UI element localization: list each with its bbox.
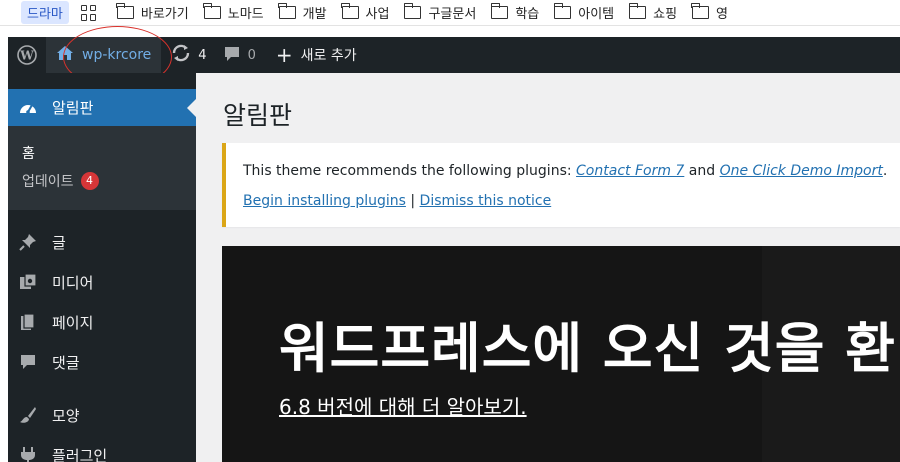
plus-icon: + (275, 43, 293, 67)
welcome-title: 워드프레스에 오신 것을 환 (279, 317, 896, 380)
folder-icon (116, 3, 134, 19)
menu-dashboard-label: 알림판 (52, 99, 94, 117)
bookmark-folder[interactable]: 구글문서 (403, 3, 476, 22)
notice-actions: Begin installing plugins | Dismiss this … (243, 193, 552, 209)
comments-link[interactable]: 0 (223, 37, 256, 73)
pin-icon (18, 232, 38, 252)
notice-text: This theme recommends the following plug… (243, 163, 888, 179)
bookmark-folder[interactable]: 영 (691, 3, 728, 22)
menu-pages[interactable]: 페이지 (8, 305, 196, 339)
admin-sidebar: 알림판 홈 업데이트 4 글 미디어 페이지 댓글 모양 플러그인 (8, 73, 196, 462)
updates-badge: 4 (80, 172, 99, 190)
bookmark-folder[interactable]: 사업 (340, 3, 389, 22)
page-title: 알림판 (223, 101, 293, 130)
apps-grid-icon[interactable] (80, 4, 97, 21)
folder-icon (340, 3, 359, 19)
folder-icon (203, 3, 221, 19)
menu-dashboard[interactable]: 알림판 (8, 89, 196, 126)
menu-appearance[interactable]: 모양 (8, 398, 196, 432)
comment-icon (18, 352, 38, 372)
dashboard-submenu: 홈 업데이트 4 (8, 126, 196, 210)
brush-icon (18, 405, 38, 425)
bookmark-tag-drama[interactable]: 드라마 (21, 1, 69, 24)
folder-icon (278, 3, 296, 19)
dismiss-notice-link[interactable]: Dismiss this notice (420, 193, 552, 209)
plugin-icon (18, 445, 38, 462)
updates-count: 4 (198, 47, 207, 63)
new-content-label: 새로 추가 (300, 48, 357, 64)
begin-installing-link[interactable]: Begin installing plugins (243, 193, 406, 209)
refresh-icon (171, 44, 191, 66)
dashboard-gauge-icon (18, 98, 38, 118)
bookmark-folder[interactable]: 학습 (490, 3, 539, 22)
svg-text:W: W (19, 49, 34, 63)
menu-comments[interactable]: 댓글 (8, 345, 196, 379)
folder-icon (553, 3, 572, 19)
new-content-link[interactable]: + 새로 추가 (276, 45, 357, 65)
folder-icon (490, 3, 509, 19)
contact-form-7-link[interactable]: Contact Form 7 (576, 163, 684, 179)
folder-icon (691, 3, 710, 19)
site-name-link[interactable]: wp-krcore (46, 37, 162, 73)
menu-media[interactable]: 미디어 (8, 265, 196, 299)
bookmark-folder[interactable]: 쇼핑 (628, 3, 677, 22)
home-icon (56, 45, 74, 65)
folder-icon (403, 3, 422, 19)
site-name: wp-krcore (82, 47, 152, 63)
plugin-notice: This theme recommends the following plug… (222, 143, 900, 227)
bookmark-folder[interactable]: 노마드 (203, 3, 264, 22)
welcome-panel: 워드프레스에 오신 것을 환 6.8 버전에 대해 더 알아보기. (222, 246, 900, 462)
comments-count: 0 (247, 47, 256, 63)
submenu-updates[interactable]: 업데이트 4 (8, 167, 196, 195)
updates-link[interactable]: 4 (171, 37, 207, 73)
main-content: 알림판 This theme recommends the following … (196, 73, 900, 462)
wp-admin-bar: W wp-krcore 4 0 + 새로 추가 (8, 37, 900, 73)
menu-posts[interactable]: 글 (8, 225, 196, 259)
active-menu-arrow (187, 99, 196, 117)
bookmarks-bar: 드라마 바로가기 노마드 개발 사업 구글문서 학습 아이템 쇼핑 영 (0, 0, 900, 26)
bookmark-folder[interactable]: 개발 (278, 3, 327, 22)
comment-bubble-icon (223, 45, 241, 66)
page-icon (18, 312, 38, 332)
folder-icon (628, 3, 647, 19)
window-edge (0, 37, 8, 462)
bookmark-folder[interactable]: 바로가기 (116, 3, 189, 22)
submenu-home[interactable]: 홈 (8, 139, 196, 167)
wordpress-logo-icon[interactable]: W (8, 37, 46, 73)
media-icon (18, 272, 38, 292)
one-click-demo-import-link[interactable]: One Click Demo Import (720, 163, 883, 179)
menu-plugins[interactable]: 플러그인 (8, 438, 196, 462)
version-learn-more-link[interactable]: 6.8 버전에 대해 더 알아보기. (279, 391, 527, 420)
bookmark-folder[interactable]: 아이템 (553, 3, 614, 22)
